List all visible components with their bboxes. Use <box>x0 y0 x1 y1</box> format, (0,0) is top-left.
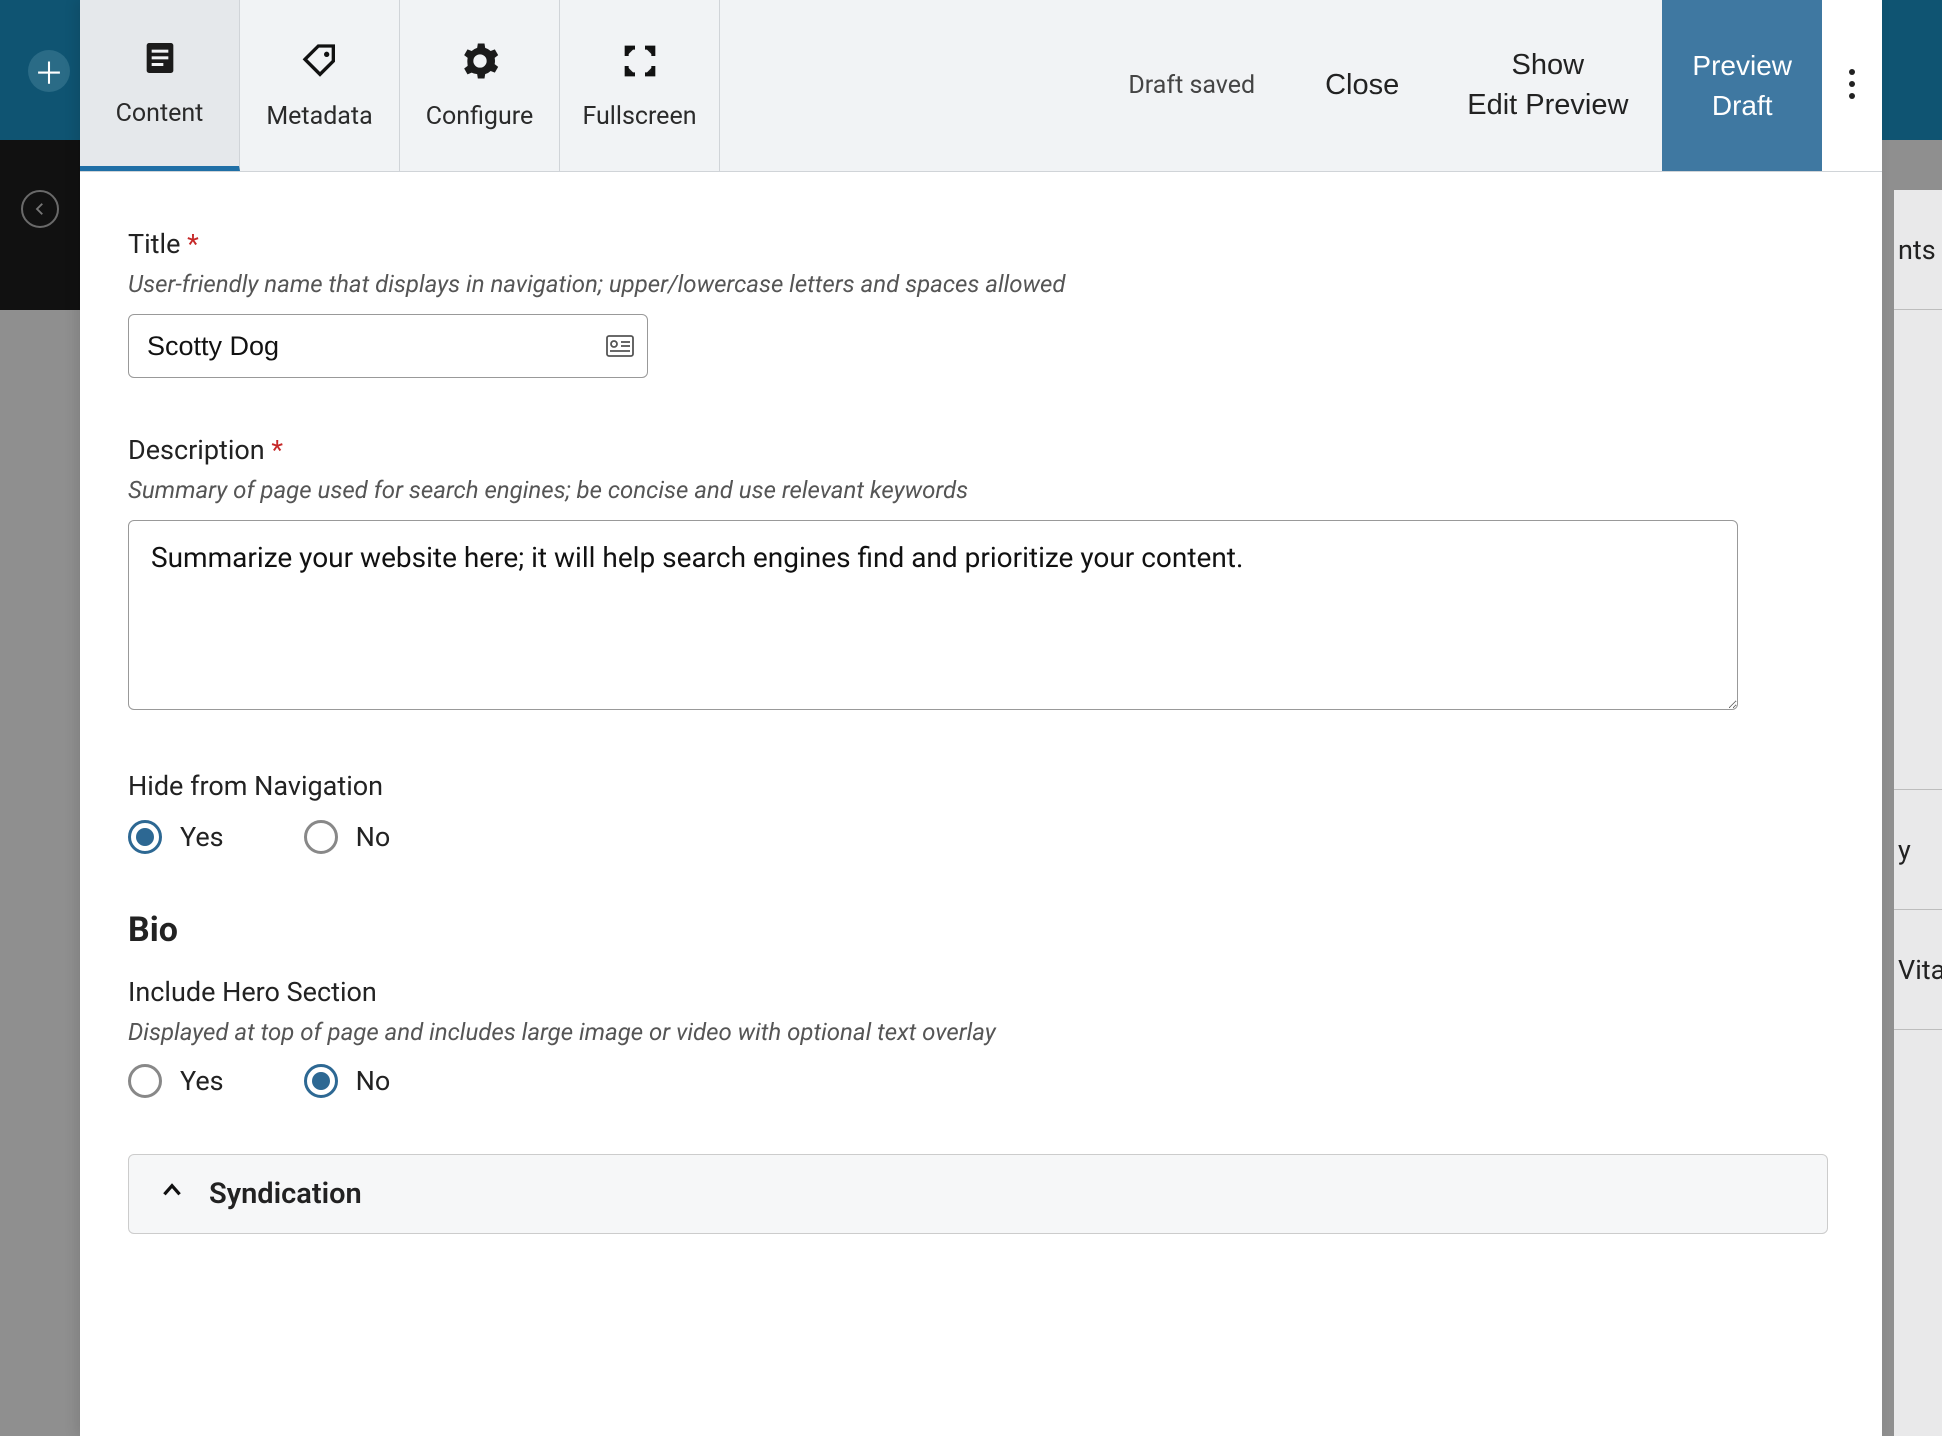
radio-label: Yes <box>180 821 224 853</box>
required-marker: * <box>271 434 283 466</box>
field-hint: User-friendly name that displays in navi… <box>128 270 1834 298</box>
accordion-header-syndication[interactable]: Syndication <box>129 1155 1827 1233</box>
radio-label: Yes <box>180 1065 224 1097</box>
radio-hide-nav-yes[interactable]: Yes <box>128 820 224 854</box>
bg-row: Vita <box>1894 910 1942 1030</box>
bg-rightslice: nts y Vita <box>1894 190 1942 1436</box>
field-label: Description * <box>128 434 1834 466</box>
radio-hero-yes[interactable]: Yes <box>128 1064 224 1098</box>
bg-row <box>1894 310 1942 790</box>
tab-label: Metadata <box>266 102 372 131</box>
field-hint: Displayed at top of page and includes la… <box>128 1018 1834 1046</box>
field-description: Description * Summary of page used for s… <box>128 434 1834 714</box>
tab-label: Content <box>116 99 204 128</box>
required-marker: * <box>187 228 199 260</box>
tab-label: Fullscreen <box>582 102 696 131</box>
bg-row: y <box>1894 790 1942 910</box>
form-body: Title * User-friendly name that displays… <box>80 172 1882 1436</box>
content-icon <box>140 38 180 85</box>
radio-icon <box>128 1064 162 1098</box>
radio-group-hero: Yes No <box>128 1064 1834 1098</box>
label-text: Title <box>128 228 180 260</box>
radio-icon <box>304 1064 338 1098</box>
field-label: Title * <box>128 228 1834 260</box>
close-button[interactable]: Close <box>1291 0 1433 171</box>
fullscreen-icon <box>620 41 660 88</box>
description-textarea[interactable] <box>128 520 1738 710</box>
preview-draft-button[interactable]: Preview Draft <box>1662 0 1822 171</box>
field-label: Hide from Navigation <box>128 770 1834 802</box>
button-label-line1: Show <box>1512 46 1585 85</box>
radio-label: No <box>356 1065 391 1097</box>
show-edit-preview-button[interactable]: Show Edit Preview <box>1433 0 1662 171</box>
title-input[interactable] <box>128 314 648 378</box>
editor-panel: Content Metadata Configure Fullscreen Dr… <box>80 0 1882 1436</box>
section-heading-bio: Bio <box>128 910 1834 950</box>
radio-hero-no[interactable]: No <box>304 1064 391 1098</box>
accordion-title: Syndication <box>209 1177 362 1211</box>
toolbar-spacer <box>720 0 1092 171</box>
bg-sidebar-strip <box>0 140 80 310</box>
radio-icon <box>128 820 162 854</box>
button-label: Close <box>1325 66 1399 105</box>
bg-row: nts <box>1894 190 1942 310</box>
button-label-line2: Draft <box>1712 86 1773 125</box>
draft-status: Draft saved <box>1092 71 1291 100</box>
radio-icon <box>304 820 338 854</box>
tab-configure[interactable]: Configure <box>400 0 560 171</box>
button-label-line2: Edit Preview <box>1467 86 1628 125</box>
card-icon <box>606 335 634 357</box>
title-input-wrap <box>128 314 648 378</box>
field-hint: Summary of page used for search engines;… <box>128 476 1834 504</box>
toolbar-right: Draft saved Close Show Edit Preview Prev… <box>1092 0 1882 171</box>
chevron-left-icon <box>21 190 59 228</box>
tag-icon <box>300 41 340 88</box>
tab-content[interactable]: Content <box>80 0 240 171</box>
add-icon: ＋ <box>28 50 70 92</box>
field-hide-nav: Hide from Navigation Yes No <box>128 770 1834 854</box>
toolbar: Content Metadata Configure Fullscreen Dr… <box>80 0 1882 172</box>
field-hero: Include Hero Section Displayed at top of… <box>128 976 1834 1098</box>
field-label: Include Hero Section <box>128 976 1834 1008</box>
radio-label: No <box>356 821 391 853</box>
button-label-line1: Preview <box>1692 46 1792 85</box>
field-title: Title * User-friendly name that displays… <box>128 228 1834 378</box>
gear-icon <box>460 41 500 88</box>
tab-label: Configure <box>426 102 534 131</box>
more-actions-button[interactable] <box>1822 0 1882 171</box>
tab-metadata[interactable]: Metadata <box>240 0 400 171</box>
kebab-icon <box>1848 68 1856 103</box>
chevron-up-icon <box>159 1177 185 1211</box>
accordion-syndication: Syndication <box>128 1154 1828 1234</box>
radio-group-hide-nav: Yes No <box>128 820 1834 854</box>
label-text: Description <box>128 434 265 466</box>
tab-fullscreen[interactable]: Fullscreen <box>560 0 720 171</box>
radio-hide-nav-no[interactable]: No <box>304 820 391 854</box>
